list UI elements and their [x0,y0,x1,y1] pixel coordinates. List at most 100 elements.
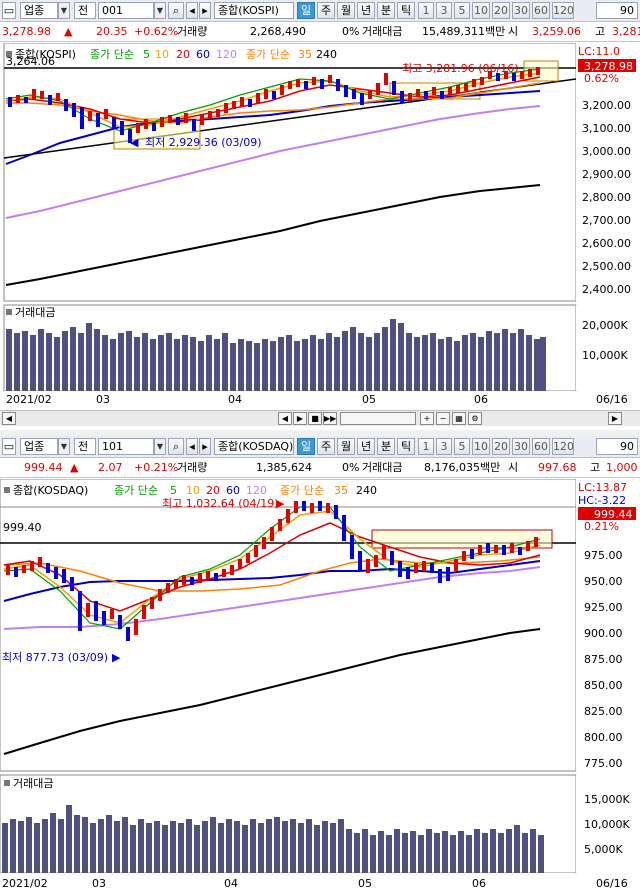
chevron-left-icon[interactable]: ◂ [186,438,198,455]
period-year-button[interactable]: 년 [357,438,375,455]
scroll-thumb[interactable] [340,412,416,425]
interval-20-button[interactable]: 20 [492,2,510,19]
market-name: 종합(KOSPI) [214,2,294,19]
scroll-left-icon[interactable]: ◀ [2,412,16,425]
period-day-button[interactable]: 일 [297,438,315,455]
period-day-button[interactable]: 일 [297,2,315,19]
interval-1-button[interactable]: 1 [418,2,434,19]
x-tick: 05 [358,877,372,890]
fast-forward-icon[interactable]: ▶▶ [323,412,337,425]
volume-title: 거래대금 [15,306,55,319]
amount-label: 거래대금 [362,461,403,474]
price-change-pct: +0.62% [134,25,179,38]
interval-5-button[interactable]: 5 [454,2,470,19]
code-input[interactable]: 001 [98,2,154,19]
high-annotation: 최고 1,032.64 (04/19) [162,497,279,510]
chevron-down-icon[interactable]: ▼ [58,2,70,19]
y-tick: 2,600.00 [582,237,631,250]
ma60-legend: 60 [226,484,240,497]
period-week-button[interactable]: 주 [317,2,335,19]
kospi-chart[interactable]: 종합(KOSPI) 종가 단순 5 10 20 60 120 종가 단순 35 … [0,43,640,409]
volume-value: 1,385,624 [256,461,312,474]
interval-5-button[interactable]: 5 [454,438,470,455]
chevron-down-icon[interactable]: ▼ [58,438,70,455]
chevron-right-icon[interactable]: ▸ [199,438,211,455]
period-month-button[interactable]: 월 [337,438,355,455]
period-tick-button[interactable]: 틱 [397,2,415,19]
volume-label: 거래량 [177,461,208,474]
y-tick: 3,000.00 [582,145,631,158]
x-end-label: 06/16 [596,393,628,406]
volume-tick: 10,000K [582,349,628,362]
arrow-left-icon: ◀ [130,136,139,149]
interval-3-button[interactable]: 3 [436,2,452,19]
x-axis [4,391,576,407]
code-type-label[interactable]: 전 [74,438,96,455]
search-icon[interactable]: ⌕ [168,438,184,455]
window-icon[interactable]: ▭ [2,438,16,455]
code-input[interactable]: 101 [98,438,154,455]
period-week-button[interactable]: 주 [317,438,335,455]
volume-tick: 20,000K [582,319,628,332]
interval-60-button[interactable]: 60 [532,2,550,19]
category-select[interactable]: 업종 [20,2,58,19]
scroll-left-icon[interactable]: ◀ [278,412,292,425]
last-pct-label: 0.62% [584,72,619,85]
grid-icon[interactable]: ▦ [452,412,466,425]
y-tick: 2,900.00 [582,168,631,181]
period-tick-button[interactable]: 틱 [397,438,415,455]
interval-3-button[interactable]: 3 [436,438,452,455]
interval-60-button[interactable]: 60 [532,438,550,455]
amount-value: 8,176,035백만 [424,461,501,474]
display-count-input[interactable]: 90 [596,438,638,455]
code-type-label[interactable]: 전 [74,2,96,19]
price-change: 20.35 [96,25,128,38]
chevron-left-icon[interactable]: ◂ [186,2,198,19]
chevron-down-icon[interactable]: ▼ [154,438,166,455]
x-tick: 06 [474,393,488,406]
interval-30-button[interactable]: 30 [512,438,530,455]
interval-30-button[interactable]: 30 [512,2,530,19]
ma2-legend-label: 종가 단순 [246,48,290,61]
zoom-in-icon[interactable]: + [420,412,434,425]
category-select[interactable]: 업종 [20,438,58,455]
period-minute-button[interactable]: 분 [377,438,395,455]
lc-label: LC:11.0 [578,45,620,58]
interval-1-button[interactable]: 1 [418,438,434,455]
scroll-right-icon[interactable]: ▶ [608,412,622,425]
lc-label: LC:13.87 [578,481,627,494]
zoom-out-icon[interactable]: − [436,412,450,425]
up-arrow-icon: ▲ [64,25,73,38]
ma-legend-label: 종가 단순 [90,48,134,61]
kosdaq-chart[interactable]: 종합(KOSDAQ) 종가 단순 5 10 20 60 120 종가 단순 35… [0,479,640,893]
market-name: 종합(KOSDAQ) [214,438,294,455]
window-icon[interactable]: ▭ [2,2,16,19]
stop-icon[interactable]: ■ [308,412,322,425]
period-month-button[interactable]: 월 [337,2,355,19]
arrow-right-icon: ▶ [276,497,285,510]
reference-price-label: 3,264.06 [6,55,55,68]
interval-120-button[interactable]: 120 [552,438,574,455]
low-annotation: 최저 2,929.36 (03/09) [145,136,262,149]
play-icon[interactable]: ▶ [293,412,307,425]
display-count-input[interactable]: 90 [596,2,638,19]
y-tick: 2,800.00 [582,191,631,204]
interval-10-button[interactable]: 10 [472,2,490,19]
chevron-right-icon[interactable]: ▸ [199,2,211,19]
kospi-scrollbar[interactable]: ◀ ◀ ▶ ■ ▶▶ + − ▦ ⚙ ▶ [0,410,640,426]
period-minute-button[interactable]: 분 [377,2,395,19]
x-axis [0,873,576,893]
open-label: 시 [508,25,519,38]
search-icon[interactable]: ⌕ [168,2,184,19]
chevron-down-icon[interactable]: ▼ [154,2,166,19]
settings-icon[interactable]: ⚙ [468,412,482,425]
interval-20-button[interactable]: 20 [492,438,510,455]
high-value: 3,281 [612,25,640,38]
highlight-box [371,529,553,549]
kospi-info-bar: 3,278.98 ▲ 20.35 +0.62% 거래량 2,268,490 0%… [0,22,640,42]
volume-axis [576,305,640,391]
period-year-button[interactable]: 년 [357,2,375,19]
interval-10-button[interactable]: 10 [472,438,490,455]
ma2-legend-label: 종가 단순 [280,484,324,497]
interval-120-button[interactable]: 120 [552,2,574,19]
